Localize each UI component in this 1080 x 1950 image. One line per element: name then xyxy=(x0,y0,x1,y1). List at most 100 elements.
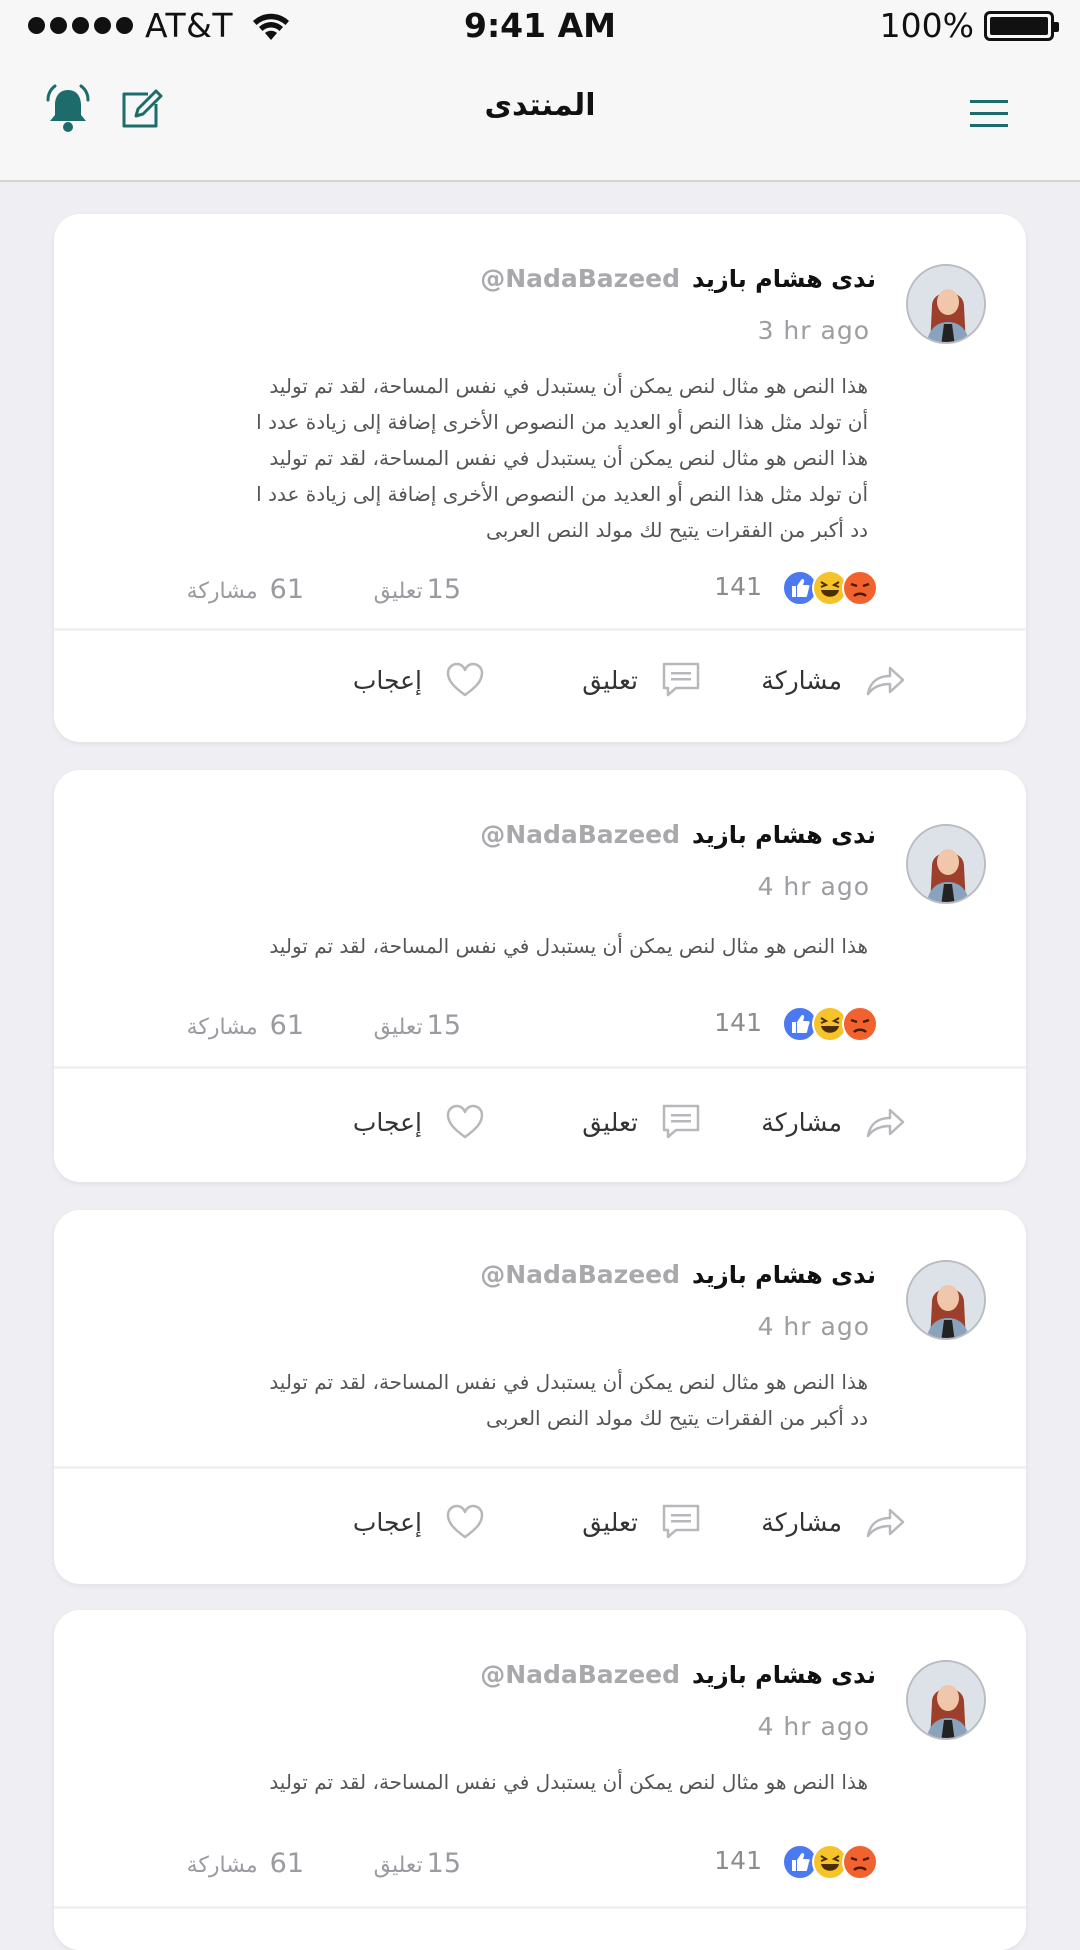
comment-icon xyxy=(660,1502,702,1542)
author-avatar[interactable] xyxy=(906,1660,986,1740)
comment-button[interactable]: تعليق xyxy=(582,1502,702,1542)
reactions-summary[interactable] xyxy=(788,1006,878,1042)
like-button-label: إعجاب xyxy=(352,1107,422,1137)
comment-button[interactable]: تعليق xyxy=(582,660,702,700)
comment-count-label: تعليق xyxy=(373,579,423,604)
author-handle[interactable]: @NadaBazeed xyxy=(480,820,680,849)
comment-count-label: تعليق xyxy=(373,1853,423,1878)
comment-count-number: 15 xyxy=(426,1848,461,1879)
share-button-label: مشاركة xyxy=(761,1107,842,1137)
comment-button-label: تعليق xyxy=(582,1507,638,1537)
post-text-line: أن تولد مثل هذا النص أو العديد من النصوص… xyxy=(256,410,868,434)
share-count-number: 61 xyxy=(269,574,304,605)
post-text-line: هذا النص هو مثال لنص يمكن أن يستبدل في ن… xyxy=(269,374,868,398)
post-text-line: هذا النص هو مثال لنص يمكن أن يستبدل في ن… xyxy=(269,1770,868,1794)
share-button[interactable]: مشاركة xyxy=(761,660,906,700)
post-text-line: هذا النص هو مثال لنص يمكن أن يستبدل في ن… xyxy=(269,1370,868,1394)
author-name[interactable]: ندى هشام بازيد xyxy=(692,265,876,293)
divider xyxy=(54,1906,1026,1909)
post-time: 3 hr ago xyxy=(757,316,870,345)
post-actions: مشاركة تعليق إعجاب xyxy=(54,660,1026,720)
hamburger-menu-icon[interactable] xyxy=(964,88,1014,138)
reaction-count[interactable]: 141 xyxy=(714,1846,762,1875)
like-button[interactable]: إعجاب xyxy=(353,1102,486,1142)
page-title: المنتدى xyxy=(484,88,596,123)
post-stats: 141 15 تعليق 61 مشاركة xyxy=(54,570,1026,614)
author-line: ندى هشام بازيد @NadaBazeed xyxy=(480,820,876,849)
comment-count-number: 15 xyxy=(426,1010,461,1041)
like-button[interactable]: إعجاب xyxy=(353,660,486,700)
battery-icon xyxy=(984,10,1059,41)
post-text-line: دد أكبر من الفقرات يتيح لك مولد النص الع… xyxy=(486,518,868,542)
share-count-label: مشاركة xyxy=(186,1015,258,1040)
author-avatar[interactable] xyxy=(906,824,986,904)
post-stats: 141 15 تعليق 61 مشاركة xyxy=(54,1844,1026,1888)
heart-icon xyxy=(444,1502,486,1542)
status-bar: AT&T 9:41 AM 100% xyxy=(0,0,1080,52)
author-avatar[interactable] xyxy=(906,264,986,344)
share-button[interactable]: مشاركة xyxy=(761,1102,906,1142)
post-card: ندى هشام بازيد @NadaBazeed 3 hr ago هذا … xyxy=(54,214,1026,742)
like-button-label: إعجاب xyxy=(352,1507,422,1537)
share-count[interactable]: 61 مشاركة xyxy=(187,1848,304,1879)
comment-count[interactable]: 15 تعليق xyxy=(374,1848,461,1879)
author-avatar[interactable] xyxy=(906,1260,986,1340)
author-name[interactable]: ندى هشام بازيد xyxy=(692,821,876,849)
share-count-label: مشاركة xyxy=(186,579,258,604)
post-text-line: دد أكبر من الفقرات يتيح لك مولد النص الع… xyxy=(486,1406,868,1430)
divider xyxy=(54,1466,1026,1469)
comment-icon xyxy=(660,660,702,700)
post-card: ندى هشام بازيد @NadaBazeed 4 hr ago هذا … xyxy=(54,770,1026,1182)
post-card: ندى هشام بازيد @NadaBazeed 4 hr ago هذا … xyxy=(54,1210,1026,1584)
comment-icon xyxy=(660,1102,702,1142)
comment-count-number: 15 xyxy=(426,574,461,605)
author-line: ندى هشام بازيد @NadaBazeed xyxy=(480,1260,876,1289)
comment-button[interactable]: تعليق xyxy=(582,1102,702,1142)
like-button[interactable]: إعجاب xyxy=(353,1502,486,1542)
post-time: 4 hr ago xyxy=(757,1712,870,1741)
angry-reaction-icon xyxy=(842,570,878,606)
share-icon xyxy=(864,1502,906,1542)
like-button-label: إعجاب xyxy=(352,665,422,695)
divider xyxy=(54,628,1026,631)
author-handle[interactable]: @NadaBazeed xyxy=(480,264,680,293)
comment-count[interactable]: 15 تعليق xyxy=(374,1010,461,1041)
share-count-number: 61 xyxy=(269,1010,304,1041)
post-text: هذا النص هو مثال لنص يمكن أن يستبدل في ن… xyxy=(168,1364,868,1436)
post-text-line: أن تولد مثل هذا النص أو العديد من النصوص… xyxy=(256,482,868,506)
share-button-label: مشاركة xyxy=(761,1507,842,1537)
author-line: ندى هشام بازيد @NadaBazeed xyxy=(480,1660,876,1689)
divider xyxy=(54,1066,1026,1069)
post-text-line: هذا النص هو مثال لنص يمكن أن يستبدل في ن… xyxy=(269,934,868,958)
author-handle[interactable]: @NadaBazeed xyxy=(480,1260,680,1289)
reactions-summary[interactable] xyxy=(788,570,878,606)
battery-percentage: 100% xyxy=(879,6,974,45)
comment-button-label: تعليق xyxy=(582,1107,638,1137)
post-text-line: هذا النص هو مثال لنص يمكن أن يستبدل في ن… xyxy=(269,446,868,470)
post-time: 4 hr ago xyxy=(757,872,870,901)
share-icon xyxy=(864,1102,906,1142)
post-text: هذا النص هو مثال لنص يمكن أن يستبدل في ن… xyxy=(168,1764,868,1800)
share-count[interactable]: 61 مشاركة xyxy=(187,574,304,605)
reactions-summary[interactable] xyxy=(788,1844,878,1880)
angry-reaction-icon xyxy=(842,1006,878,1042)
post-actions: مشاركة تعليق إعجاب xyxy=(54,1502,1026,1562)
comment-button-label: تعليق xyxy=(582,665,638,695)
share-count-number: 61 xyxy=(269,1848,304,1879)
reaction-count[interactable]: 141 xyxy=(714,1008,762,1037)
reaction-count[interactable]: 141 xyxy=(714,572,762,601)
share-count-label: مشاركة xyxy=(186,1853,258,1878)
author-name[interactable]: ندى هشام بازيد xyxy=(692,1661,876,1689)
post-text: هذا النص هو مثال لنص يمكن أن يستبدل في ن… xyxy=(168,368,868,548)
share-count[interactable]: 61 مشاركة xyxy=(187,1010,304,1041)
author-name[interactable]: ندى هشام بازيد xyxy=(692,1261,876,1289)
share-button[interactable]: مشاركة xyxy=(761,1502,906,1542)
post-card: ندى هشام بازيد @NadaBazeed 4 hr ago هذا … xyxy=(54,1610,1026,1950)
heart-icon xyxy=(444,660,486,700)
author-line: ندى هشام بازيد @NadaBazeed xyxy=(480,264,876,293)
heart-icon xyxy=(444,1102,486,1142)
author-handle[interactable]: @NadaBazeed xyxy=(480,1660,680,1689)
comment-count[interactable]: 15 تعليق xyxy=(374,574,461,605)
post-actions: مشاركة تعليق إعجاب xyxy=(54,1102,1026,1162)
comment-count-label: تعليق xyxy=(373,1015,423,1040)
